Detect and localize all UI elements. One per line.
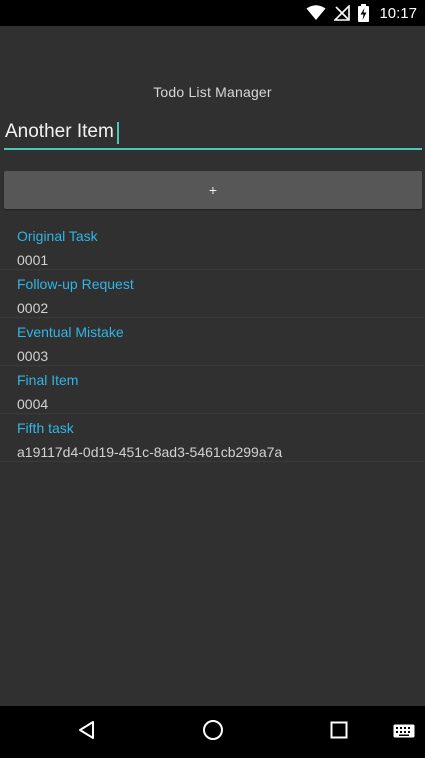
recents-icon [330,721,348,743]
status-bar: 10:17 [0,0,425,26]
signal-off-icon [334,5,351,21]
task-list-item[interactable]: Original Task 0001 [0,222,425,270]
todo-input[interactable] [4,117,422,147]
task-list: Original Task 0001 Follow-up Request 000… [0,222,425,462]
task-id: 0004 [17,396,49,412]
battery-charging-icon [358,4,370,22]
status-icons: 10:17 [306,0,417,26]
task-title: Final Item [17,372,79,388]
back-button[interactable] [57,706,117,758]
todo-input-wrapper [4,117,422,151]
task-title: Follow-up Request [17,276,134,292]
recents-button[interactable] [309,706,369,758]
task-list-item[interactable]: Follow-up Request 0002 [0,270,425,318]
navigation-bar [0,706,425,758]
task-title: Original Task [17,228,98,244]
task-list-item[interactable]: Final Item 0004 [0,366,425,414]
add-task-button[interactable]: + [4,171,422,209]
wifi-icon [306,5,326,21]
todo-app: Todo List Manager + Original Task 0001 F… [0,26,425,706]
task-id: a19117d4-0d19-451c-8ad3-5461cb299a7a [17,444,283,460]
task-title: Eventual Mistake [17,324,124,340]
keyboard-button[interactable] [374,706,425,758]
back-icon [77,720,97,744]
input-underline [4,148,422,150]
status-time: 10:17 [379,4,417,22]
home-button[interactable] [183,706,243,758]
keyboard-icon [393,723,415,742]
task-id: 0001 [17,252,49,268]
text-cursor [117,122,119,144]
task-list-item[interactable]: Eventual Mistake 0003 [0,318,425,366]
task-id: 0003 [17,348,49,364]
home-icon [202,719,224,745]
task-list-item[interactable]: Fifth task a19117d4-0d19-451c-8ad3-5461c… [0,414,425,462]
task-id: 0002 [17,300,49,316]
page-title: Todo List Manager [153,84,272,100]
task-title: Fifth task [17,420,74,436]
